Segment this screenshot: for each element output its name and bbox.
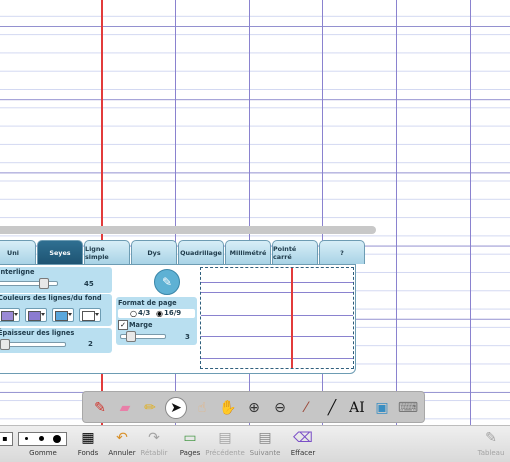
preview-margin-line — [291, 268, 293, 368]
epaisseur-slider-knob[interactable] — [0, 339, 10, 350]
interligne-slider[interactable] — [0, 281, 58, 286]
marge-label: Marge — [129, 321, 153, 329]
precedente-button[interactable]: ▤ Précédente — [205, 426, 245, 462]
radio-16-9[interactable]: ◉ — [156, 309, 163, 318]
marge-slider-knob[interactable] — [126, 331, 136, 342]
marge-value: 3 — [185, 333, 190, 341]
bottom-bar: ▪ Gomme ▦ Fonds ↶ Annuler ↷ Rétablir ▭ P… — [0, 425, 510, 462]
background-color-picker[interactable] — [79, 308, 101, 322]
marge-checkbox[interactable]: ✓ — [118, 320, 128, 330]
tab-uni[interactable]: Uni — [0, 240, 36, 264]
tableau-label: Tableau — [477, 449, 505, 457]
pipette-icon[interactable]: ⁄ — [295, 397, 317, 419]
format-16-9-label: 16/9 — [164, 309, 182, 317]
color-swatch — [1, 311, 14, 321]
epaisseur-group: Épaisseur des lignes 2 — [0, 328, 112, 353]
pen-icon[interactable]: ✎ — [89, 397, 111, 419]
text-icon[interactable]: AI — [346, 397, 368, 419]
format-label: Format de page — [118, 299, 177, 307]
interligne-group: Interligne 45 — [0, 267, 112, 293]
preview-line — [201, 292, 353, 293]
interligne-label: Interligne — [0, 268, 35, 276]
previous-page-icon: ▤ — [218, 430, 232, 446]
effacer-label: Effacer — [290, 449, 316, 457]
tab-quadrillage[interactable]: Quadrillage — [178, 240, 224, 264]
vertical-grid-line — [470, 0, 471, 425]
tab-millimetre[interactable]: Millimétré — [225, 240, 271, 264]
chevron-down-icon — [14, 313, 18, 316]
chevron-down-icon — [41, 313, 45, 316]
gomme-label: Gomme — [29, 449, 57, 457]
epaisseur-label: Épaisseur des lignes — [0, 329, 75, 337]
eraser-icon[interactable]: ▰ — [114, 397, 136, 419]
redo-icon: ↷ — [148, 430, 160, 446]
pen-preview-icon[interactable]: ✎ — [154, 269, 180, 295]
retablir-button[interactable]: ↷ Rétablir — [140, 426, 168, 462]
couleurs-group: Couleurs des lignes/du fond — [0, 294, 112, 326]
format-group: Format de page ○ 4/3 ◉ 16/9 ✓ Marge 3 — [116, 297, 197, 345]
format-options: ○ 4/3 ◉ 16/9 — [118, 309, 195, 318]
color-swatch — [82, 311, 95, 321]
highlighter-icon[interactable]: ✏ — [139, 397, 161, 419]
drawing-toolbar: ✎ ▰ ✏ ➤ ☝ ✋ ⊕ ⊖ ⁄ ╱ AI ▣ ⌨ — [82, 391, 425, 423]
line-icon[interactable]: ╱ — [321, 397, 343, 419]
keyboard-icon[interactable]: ⌨ — [397, 397, 419, 419]
tab-seyes[interactable]: Seyes — [37, 240, 83, 264]
tab-help[interactable]: ? — [319, 240, 365, 264]
hand-icon[interactable]: ☝ — [191, 397, 213, 419]
color-swatch — [28, 311, 41, 321]
tab-dys[interactable]: Dys — [131, 240, 177, 264]
tab-pointe-carre[interactable]: Pointé carré — [272, 240, 318, 264]
epaisseur-value: 2 — [88, 340, 93, 348]
color-swatch — [55, 311, 68, 321]
board-edit-icon: ✎ — [485, 430, 497, 446]
clear-board-icon: ⌫ — [293, 430, 313, 446]
line-color-2-picker[interactable] — [25, 308, 47, 322]
effacer-button[interactable]: ⌫ Effacer — [288, 426, 318, 462]
zoom-in-icon[interactable]: ⊕ — [243, 397, 265, 419]
paper-type-tabs: Uni Seyes Ligne simple Dys Quadrillage M… — [0, 240, 366, 264]
radio-4-3[interactable]: ○ — [130, 309, 137, 318]
panel-scroll-handle[interactable] — [0, 226, 376, 234]
grab-icon[interactable]: ✋ — [217, 397, 239, 419]
suivante-button[interactable]: ▤ Suivante — [250, 426, 281, 462]
gomme-button[interactable]: Gomme — [28, 426, 58, 462]
next-page-icon: ▤ — [258, 430, 272, 446]
preview-line — [201, 282, 353, 283]
tableau-button[interactable]: ✎ Tableau — [476, 426, 506, 462]
chevron-down-icon — [68, 313, 72, 316]
undo-icon: ↶ — [116, 430, 128, 446]
eraser-size-small[interactable]: ▪ — [0, 432, 13, 446]
pointer-icon[interactable]: ➤ — [165, 397, 187, 419]
couleurs-label: Couleurs des lignes/du fond — [0, 294, 102, 302]
zoom-out-icon[interactable]: ⊖ — [269, 397, 291, 419]
vertical-grid-line — [396, 0, 397, 425]
line-color-1-picker[interactable] — [0, 308, 20, 322]
paper-preview — [200, 267, 354, 369]
chevron-down-icon — [95, 313, 99, 316]
preview-line — [201, 315, 353, 316]
tab-ligne-simple[interactable]: Ligne simple — [84, 240, 130, 264]
screen-capture-icon[interactable]: ▣ — [371, 397, 393, 419]
add-page-icon: ▭ — [183, 430, 197, 446]
interligne-slider-knob[interactable] — [39, 278, 49, 289]
preview-line — [201, 336, 353, 337]
backgrounds-icon: ▦ — [81, 430, 95, 446]
preview-line — [201, 358, 353, 359]
interligne-value: 45 — [84, 280, 94, 288]
format-4-3-label: 4/3 — [138, 309, 151, 317]
margin-color-picker[interactable] — [52, 308, 74, 322]
